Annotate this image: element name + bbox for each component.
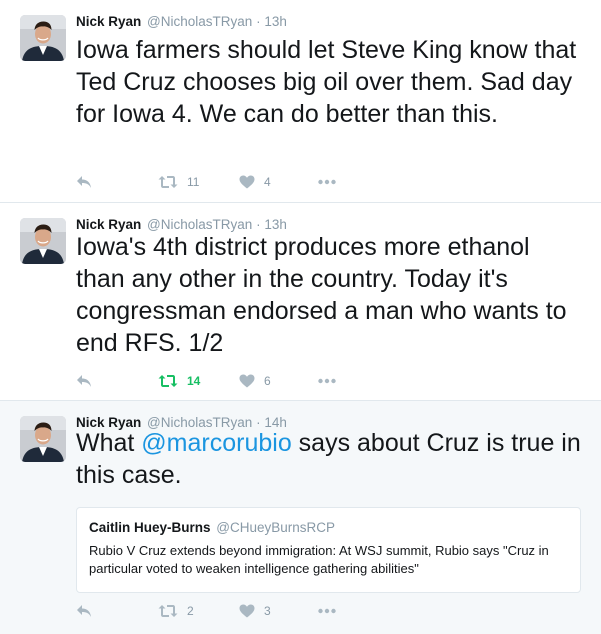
- tweet-text-start: What: [76, 429, 142, 457]
- tweet-text: Iowa's 4th district produces more ethano…: [76, 233, 567, 357]
- retweet-count: 14: [187, 374, 201, 388]
- tweet-actions: 11 4: [76, 172, 376, 192]
- quoted-tweet[interactable]: Caitlin Huey-Burns @CHueyBurnsRCP Rubio …: [76, 507, 581, 593]
- retweet-icon: [158, 374, 178, 388]
- like-count: 4: [264, 175, 271, 189]
- timeline: Nick Ryan @NicholasTRyan · 13h Iowa farm…: [0, 0, 601, 634]
- tweet-header: Nick Ryan @NicholasTRyan · 13h: [76, 13, 287, 31]
- retweet-button[interactable]: 11: [158, 172, 199, 192]
- timestamp[interactable]: 13h: [264, 217, 287, 232]
- more-icon: [318, 608, 336, 614]
- avatar-image: [20, 218, 66, 264]
- retweet-button[interactable]: 14: [158, 371, 200, 391]
- reply-button[interactable]: [76, 172, 92, 192]
- quoted-tweet-header: Caitlin Huey-Burns @CHueyBurnsRCP: [89, 520, 335, 535]
- separator: ·: [256, 217, 261, 232]
- tweet-actions: 14 6: [76, 371, 376, 391]
- more-button[interactable]: [318, 601, 336, 621]
- heart-icon: [239, 604, 255, 618]
- tweet[interactable]: Nick Ryan @NicholasTRyan · 13h Iowa farm…: [0, 0, 601, 203]
- more-button[interactable]: [318, 371, 336, 391]
- author-name[interactable]: Nick Ryan: [76, 217, 141, 232]
- more-icon: [318, 179, 336, 185]
- more-icon: [318, 378, 336, 384]
- retweet-icon: [158, 604, 178, 618]
- quoted-author-handle: @CHueyBurnsRCP: [216, 520, 336, 535]
- reply-icon: [76, 604, 92, 618]
- retweet-count: 11: [187, 175, 200, 189]
- avatar-image: [20, 15, 66, 61]
- avatar[interactable]: [20, 218, 66, 264]
- like-button[interactable]: 3: [239, 601, 271, 621]
- like-count: 6: [264, 374, 271, 388]
- tweet-actions: 2 3: [76, 601, 376, 621]
- reply-button[interactable]: [76, 601, 92, 621]
- avatar-image: [20, 416, 66, 462]
- mention-link[interactable]: @marcorubio: [141, 429, 291, 457]
- tweet[interactable]: Nick Ryan @NicholasTRyan · 13h Iowa's 4t…: [0, 203, 601, 401]
- tweet-text: Iowa farmers should let Steve King know …: [76, 36, 577, 128]
- quoted-author-name: Caitlin Huey-Burns: [89, 520, 211, 535]
- author-handle[interactable]: @NicholasTRyan: [147, 14, 252, 29]
- avatar[interactable]: [20, 15, 66, 61]
- reply-icon: [76, 374, 92, 388]
- retweet-count: 2: [187, 604, 194, 618]
- reply-icon: [76, 175, 92, 189]
- avatar[interactable]: [20, 416, 66, 462]
- separator: ·: [256, 14, 261, 29]
- quoted-tweet-text: Rubio V Cruz extends beyond immigration:…: [89, 543, 549, 576]
- author-name[interactable]: Nick Ryan: [76, 14, 141, 29]
- like-button[interactable]: 4: [239, 172, 271, 192]
- author-handle[interactable]: @NicholasTRyan: [147, 217, 252, 232]
- tweet[interactable]: Nick Ryan @NicholasTRyan · 14h What @mar…: [0, 401, 601, 634]
- retweet-button[interactable]: 2: [158, 601, 194, 621]
- tweet-text: What @marcorubio says about Cruz is true…: [76, 427, 581, 491]
- like-button[interactable]: 6: [239, 371, 271, 391]
- more-button[interactable]: [318, 172, 336, 192]
- like-count: 3: [264, 604, 271, 618]
- heart-icon: [239, 374, 255, 388]
- heart-icon: [239, 175, 255, 189]
- reply-button[interactable]: [76, 371, 92, 391]
- timestamp[interactable]: 13h: [264, 14, 287, 29]
- retweet-icon: [158, 175, 178, 189]
